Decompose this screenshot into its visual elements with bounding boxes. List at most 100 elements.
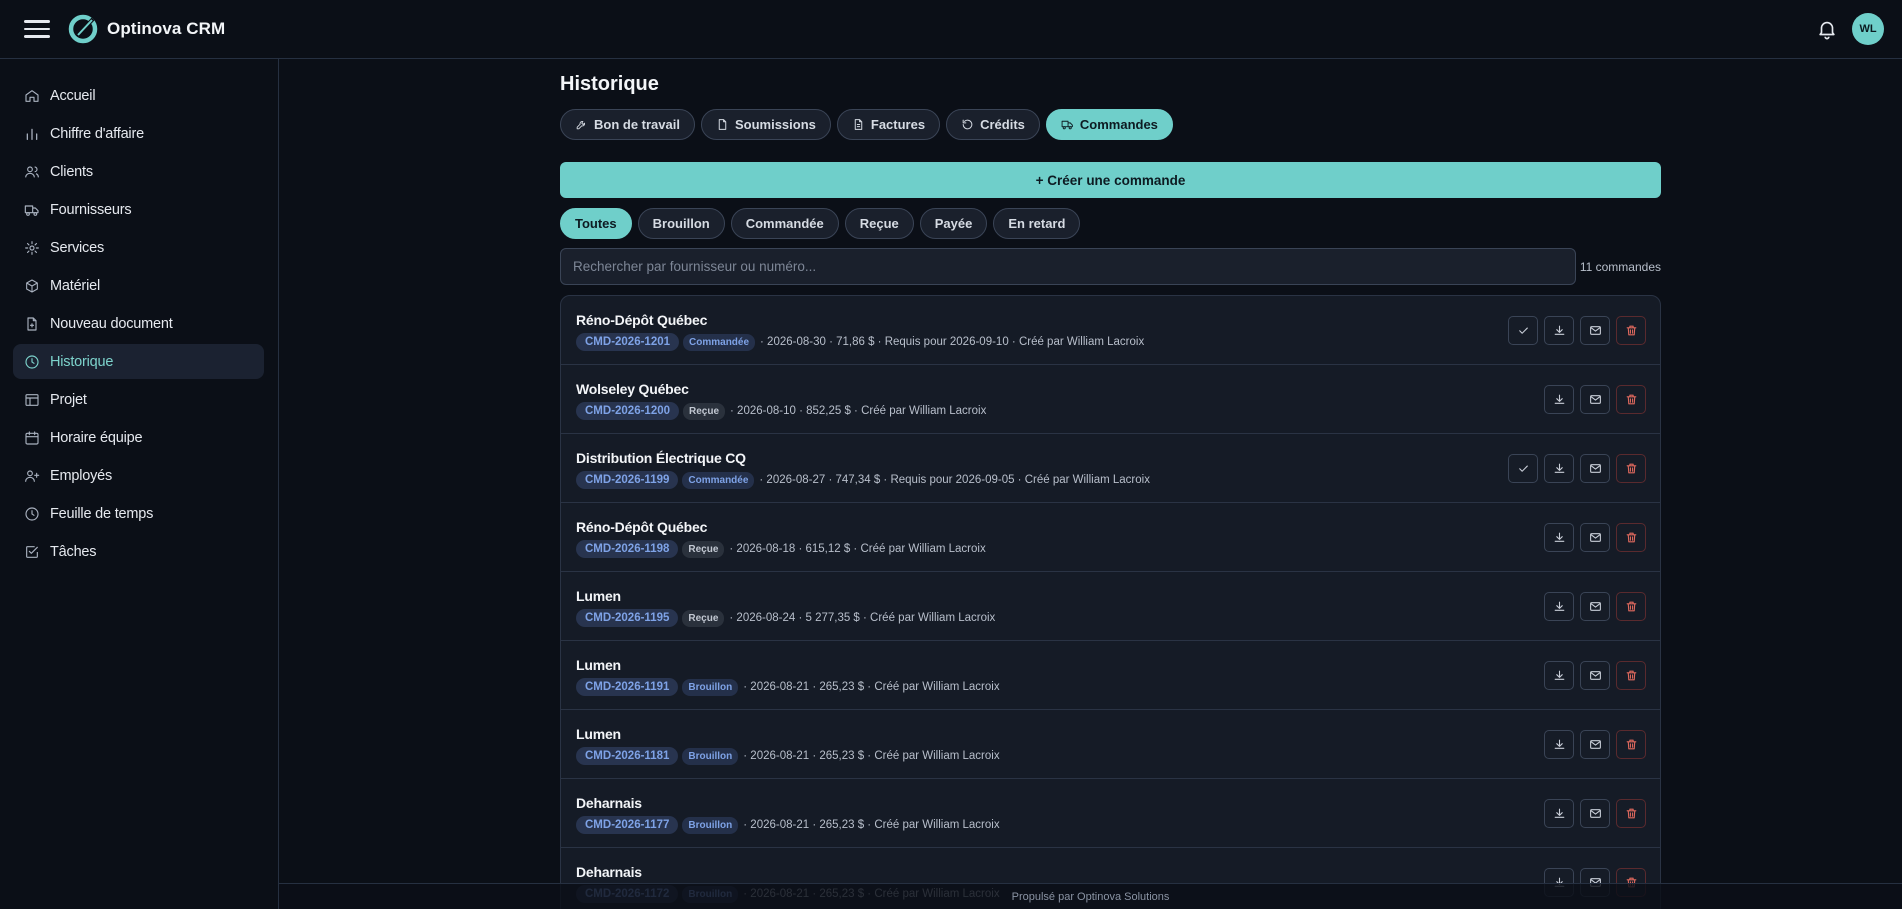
delete-button[interactable] (1616, 592, 1646, 621)
undo-icon (962, 119, 973, 130)
email-button[interactable] (1580, 523, 1610, 552)
download-button[interactable] (1544, 661, 1574, 690)
filter-en-retard[interactable]: En retard (993, 208, 1081, 239)
sidebar-item-label: Accueil (50, 87, 96, 104)
hamburger-menu-icon[interactable] (24, 20, 50, 38)
download-button[interactable] (1544, 523, 1574, 552)
delete-button[interactable] (1616, 799, 1646, 828)
filter-brouillon[interactable]: Brouillon (637, 208, 725, 239)
delete-button[interactable] (1616, 661, 1646, 690)
user-avatar[interactable]: WL (1852, 13, 1884, 45)
page-title: Historique (560, 73, 659, 95)
status-badge: Reçue (682, 540, 725, 558)
main-content: Historique Bon de travail Soumissions Fact… (560, 59, 1661, 909)
sidebar-item-services[interactable]: Services (13, 230, 264, 265)
sidebar-item-fournisseurs[interactable]: Fournisseurs (13, 192, 264, 227)
table-row[interactable]: Réno-Dépôt Québec CMD-2026-1201 Commandée ·… (561, 296, 1660, 365)
order-details: · 2026-08-21 · 265,23 $ · Créé par Willi… (743, 681, 1000, 693)
confirm-button[interactable] (1508, 316, 1538, 345)
filter-commandee[interactable]: Commandée (730, 208, 839, 239)
delete-button[interactable] (1616, 454, 1646, 483)
download-button[interactable] (1544, 730, 1574, 759)
row-actions (1544, 799, 1646, 828)
order-details: · 2026-08-10 · 852,25 $ · Créé par Willi… (730, 405, 987, 417)
tab-label: Commandes (1079, 117, 1158, 132)
order-code-badge: CMD-2026-1199 (576, 471, 679, 489)
download-button[interactable] (1544, 316, 1574, 345)
sidebar: Accueil Chiffre d'affaire Clients Fournisse… (0, 59, 279, 909)
delete-button[interactable] (1616, 523, 1646, 552)
sidebar-item-label: Matériel (50, 277, 100, 294)
download-button[interactable] (1544, 592, 1574, 621)
download-button[interactable] (1544, 454, 1574, 483)
filter-payee[interactable]: Payée (919, 208, 988, 239)
footer-text: Propulsé par Optinova Solutions (1011, 890, 1170, 903)
document-tabs: Bon de travail Soumissions Factures Crédits… (560, 109, 1661, 140)
order-details: · 2026-08-24 · 5 277,35 $ · Créé par Wil… (729, 612, 996, 624)
download-button[interactable] (1544, 799, 1574, 828)
sidebar-item-accueil[interactable]: Accueil (13, 78, 264, 113)
email-button[interactable] (1580, 592, 1610, 621)
trash-icon (1626, 808, 1636, 819)
delete-button[interactable] (1616, 730, 1646, 759)
table-row[interactable]: Distribution Électrique CQ CMD-2026-1199 C… (561, 434, 1660, 503)
delete-button[interactable] (1616, 316, 1646, 345)
supplier-name: Réno-Dépôt Québec (576, 312, 708, 328)
download-icon (1554, 463, 1564, 473)
file-icon (718, 119, 727, 130)
trash-icon (1626, 601, 1636, 612)
tab-bon-de-travail[interactable]: Bon de travail (560, 109, 695, 140)
email-button[interactable] (1580, 454, 1610, 483)
supplier-name: Réno-Dépôt Québec (576, 519, 708, 535)
tab-factures[interactable]: Factures (836, 109, 941, 140)
download-button[interactable] (1544, 385, 1574, 414)
table-row[interactable]: Wolseley Québec CMD-2026-1200 Reçue · 2026-… (561, 365, 1660, 434)
delete-button[interactable] (1616, 385, 1646, 414)
email-button[interactable] (1580, 730, 1610, 759)
sidebar-item-nouveau-document[interactable]: Nouveau document (13, 306, 264, 341)
sidebar-item-feuille-de-temps[interactable]: Feuille de temps (13, 496, 264, 531)
create-order-button[interactable]: + Créer une commande (560, 162, 1661, 198)
table-row[interactable]: Lumen CMD-2026-1181 Brouillon · 2026-08-21 … (561, 710, 1660, 779)
search-input[interactable] (560, 248, 1576, 285)
status-badge: Brouillon (682, 747, 739, 765)
truck-icon (1061, 120, 1073, 130)
order-code-badge: CMD-2026-1195 (576, 609, 679, 627)
sidebar-item-taches[interactable]: Tâches (13, 534, 264, 569)
email-button[interactable] (1580, 385, 1610, 414)
sidebar-item-horaire-equipe[interactable]: Horaire équipe (13, 420, 264, 455)
mail-icon (1589, 533, 1601, 542)
email-button[interactable] (1580, 316, 1610, 345)
tab-commandes[interactable]: Commandes (1045, 109, 1173, 140)
confirm-button[interactable] (1508, 454, 1538, 483)
email-button[interactable] (1580, 799, 1610, 828)
sidebar-item-label: Feuille de temps (50, 505, 154, 522)
table-row[interactable]: Lumen CMD-2026-1191 Brouillon · 2026-08-21 … (561, 641, 1660, 710)
mail-icon (1589, 395, 1601, 404)
table-row[interactable]: Lumen CMD-2026-1195 Reçue · 2026-08-24 · 5 … (561, 572, 1660, 641)
sidebar-item-employes[interactable]: Employés (13, 458, 264, 493)
tab-soumissions[interactable]: Soumissions (700, 109, 831, 140)
row-actions (1544, 523, 1646, 552)
bell-icon[interactable] (1816, 18, 1838, 40)
row-actions (1544, 592, 1646, 621)
sidebar-item-clients[interactable]: Clients (13, 154, 264, 189)
tab-credits[interactable]: Crédits (946, 109, 1040, 140)
sidebar-item-projet[interactable]: Projet (13, 382, 264, 417)
order-meta: CMD-2026-1201 Commandée · 2026-08-30 · 71,… (576, 333, 1660, 351)
tab-label: Bon de travail (594, 117, 680, 132)
download-icon (1554, 601, 1564, 611)
order-code-badge: CMD-2026-1198 (576, 540, 679, 558)
sidebar-item-chiffre-d-affaire[interactable]: Chiffre d'affaire (13, 116, 264, 151)
users-icon (25, 165, 39, 177)
order-details: · 2026-08-18 · 615,12 $ · Créé par Willi… (729, 543, 986, 555)
table-row[interactable]: Deharnais CMD-2026-1177 Brouillon · 2026-08… (561, 779, 1660, 848)
trash-icon (1626, 670, 1636, 681)
filter-recue[interactable]: Reçue (844, 208, 914, 239)
file-plus-icon (27, 316, 37, 331)
table-row[interactable]: Réno-Dépôt Québec CMD-2026-1198 Reçue · 202… (561, 503, 1660, 572)
filter-toutes[interactable]: Toutes (560, 208, 632, 239)
sidebar-item-materiel[interactable]: Matériel (13, 268, 264, 303)
email-button[interactable] (1580, 661, 1610, 690)
sidebar-item-historique[interactable]: Historique (13, 344, 264, 379)
